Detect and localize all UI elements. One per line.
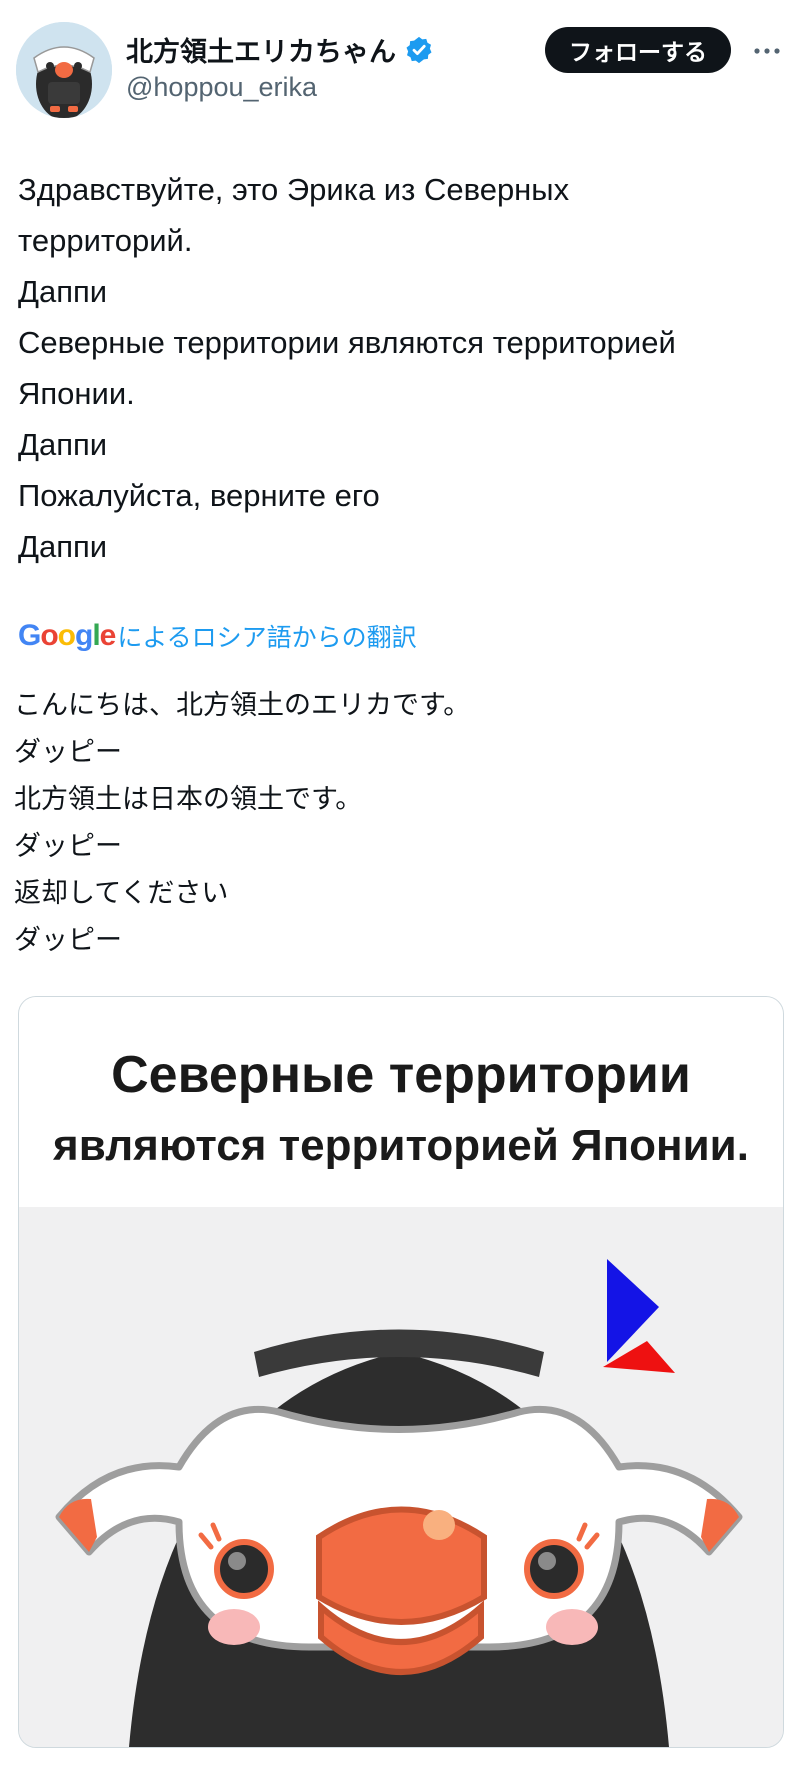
- avatar[interactable]: [16, 22, 112, 118]
- translation-line: ダッピー: [14, 737, 122, 767]
- media-headline-line1: Северные территории: [111, 1046, 691, 1104]
- tweet-line: Здравствуйте, это Эрика из Северных: [18, 172, 570, 207]
- more-horizontal-icon[interactable]: [752, 36, 782, 66]
- translation-line: 返却してください: [14, 878, 229, 908]
- tweet-line: Японии.: [18, 376, 135, 411]
- media-headline-line2: являются территорией Японии.: [53, 1121, 749, 1170]
- follow-button[interactable]: フォローする: [545, 27, 731, 73]
- media-headline: Северные территории являются территорией…: [19, 997, 783, 1207]
- verified-badge-icon: [406, 36, 432, 63]
- translation-label: によるロシア語からの翻訳: [117, 624, 417, 652]
- translation-line: 北方領土は日本の領土です。: [14, 784, 363, 814]
- penguin-avatar-icon: [16, 22, 112, 118]
- media-image[interactable]: Северные территории являются территорией…: [18, 996, 784, 1748]
- tweet-line: Даппи: [18, 274, 108, 309]
- translated-text: こんにちは、北方領土のエリカです。 ダッピー 北方領土は日本の領土です。 ダッピ…: [14, 682, 784, 964]
- tweet-line: Даппи: [18, 427, 108, 462]
- user-handle[interactable]: @hoppou_erika: [126, 72, 317, 103]
- tweet-line: Северные территории являются территорией: [18, 325, 676, 360]
- tweet-text: Здравствуйте, это Эрика из Северных терр…: [18, 164, 788, 572]
- tweet-line: территорий.: [18, 223, 193, 258]
- tweet-line: Пожалуйста, верните его: [18, 478, 380, 513]
- translation-line: こんにちは、北方領土のエリカです。: [14, 690, 471, 720]
- display-name-row[interactable]: 北方領土エリカちゃん: [126, 30, 434, 69]
- translation-attribution[interactable]: Google によるロシア語からの翻訳: [18, 618, 417, 654]
- translation-line: ダッピー: [14, 831, 122, 861]
- translation-line: ダッピー: [14, 925, 122, 955]
- tweet-line: Даппи: [18, 529, 108, 564]
- display-name: 北方領土エリカちゃん: [126, 37, 396, 67]
- google-logo: Google: [18, 619, 116, 652]
- penguin-illustration-icon: [19, 1207, 783, 1747]
